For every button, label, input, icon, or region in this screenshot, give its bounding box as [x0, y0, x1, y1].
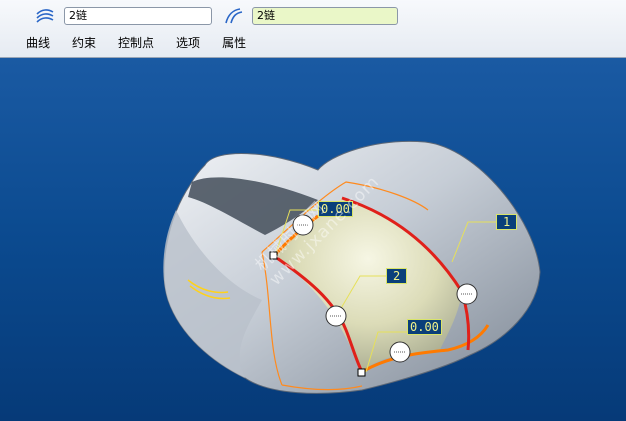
- second-direction-field[interactable]: 2链: [252, 7, 398, 25]
- tab-control-points[interactable]: 控制点: [118, 34, 154, 51]
- tangency-dimension-bottom[interactable]: 0.00: [407, 319, 442, 335]
- chain-2-label[interactable]: 2: [386, 268, 408, 284]
- second-direction-selector[interactable]: 2链: [222, 6, 398, 26]
- vertex-handle-bottom[interactable]: [357, 368, 366, 377]
- graphics-window[interactable]: 0.00 0.00 1 2 机械时代网 www.jxane.com: [0, 58, 626, 421]
- curve-handle-1[interactable]: [456, 283, 478, 305]
- chain-1-label[interactable]: 1: [496, 214, 518, 230]
- curve-handle-2[interactable]: [325, 305, 347, 327]
- tab-options[interactable]: 选项: [176, 34, 200, 51]
- tab-constraints[interactable]: 约束: [72, 34, 96, 51]
- boundary-blend-dashboard: 2链 2链 曲线 约束 控制点 选项 属性: [0, 0, 626, 58]
- first-direction-selector[interactable]: 2链: [34, 6, 212, 26]
- curve-chain-icon: [36, 9, 54, 23]
- tab-properties[interactable]: 属性: [222, 34, 246, 51]
- tab-curves[interactable]: 曲线: [26, 34, 50, 51]
- boundary-chain-icon: [225, 8, 243, 24]
- tangent-handle-bottom[interactable]: [389, 341, 411, 363]
- dashboard-tabs: 曲线 约束 控制点 选项 属性: [26, 34, 268, 51]
- first-direction-field[interactable]: 2链: [64, 7, 212, 25]
